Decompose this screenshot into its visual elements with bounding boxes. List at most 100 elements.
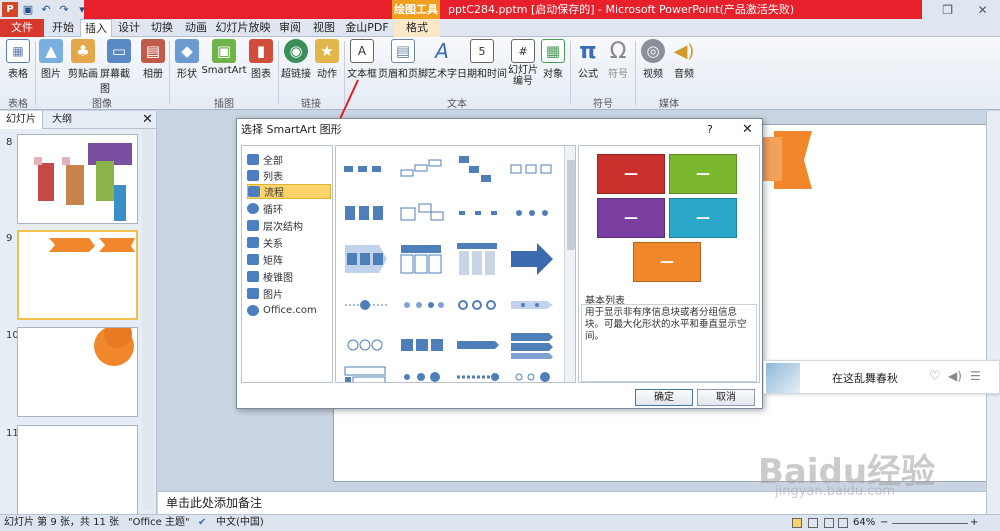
category-cycle[interactable]: 循环 — [247, 201, 331, 216]
tab-design[interactable]: 设计 — [114, 19, 144, 37]
category-matrix[interactable]: 矩阵 — [247, 252, 331, 267]
volume-icon[interactable]: ◀) — [948, 369, 962, 383]
zoom-slider[interactable] — [892, 523, 968, 524]
globe-icon: ◉ — [284, 39, 308, 63]
gallery-item[interactable] — [454, 360, 502, 382]
slide-thumbnail-8[interactable] — [17, 134, 138, 224]
tab-slideshow[interactable]: 幻灯片放映 — [214, 19, 272, 37]
category-list-item[interactable]: 列表 — [247, 168, 331, 183]
chart-button[interactable]: ▮ 图表 — [248, 39, 274, 80]
sorter-view-icon[interactable] — [808, 518, 818, 528]
save-icon[interactable]: ▣ — [20, 2, 36, 17]
smartart-button[interactable]: ▣ SmartArt — [201, 39, 247, 76]
tab-slides[interactable]: 幻灯片 — [0, 111, 43, 129]
slide-thumbnail-11[interactable] — [17, 425, 138, 515]
playlist-icon[interactable]: ☰ — [970, 369, 981, 383]
gallery-item[interactable] — [342, 152, 390, 186]
category-hierarchy[interactable]: 层次结构 — [247, 218, 331, 233]
redo-icon[interactable]: ↷ — [56, 2, 72, 17]
gallery-item[interactable] — [398, 360, 446, 382]
gallery-item[interactable] — [454, 196, 502, 230]
slideshow-view-icon[interactable] — [838, 518, 848, 528]
header-footer-button[interactable]: ▤ 页眉和页脚 — [378, 39, 428, 80]
tab-file[interactable]: 文件 — [0, 19, 44, 37]
gallery-item[interactable] — [508, 288, 556, 322]
wordart-button[interactable]: A 艺术字 — [427, 39, 457, 80]
symbol-button[interactable]: Ω 符号 — [604, 39, 632, 81]
tab-outline[interactable]: 大纲 — [46, 111, 78, 129]
slide-thumbnail-9[interactable] — [17, 230, 138, 320]
gallery-item[interactable] — [508, 360, 556, 382]
gallery-item[interactable] — [398, 288, 446, 322]
language[interactable]: 中文(中国) — [216, 515, 264, 531]
picture-button[interactable]: ▲ 图片 — [38, 39, 64, 80]
undo-icon[interactable]: ↶ — [38, 2, 54, 17]
tab-transitions[interactable]: 切换 — [146, 19, 178, 37]
gallery-item[interactable] — [454, 242, 502, 276]
gallery-item[interactable] — [508, 328, 556, 362]
hyperlink-button[interactable]: ◉ 超链接 — [280, 39, 312, 80]
gallery-item[interactable] — [342, 360, 390, 382]
gallery-item[interactable] — [508, 242, 556, 276]
gallery-item[interactable] — [508, 196, 556, 230]
category-office-com[interactable]: Office.com — [247, 303, 331, 318]
shapes-button[interactable]: ◆ 形状 — [173, 39, 201, 80]
album-button[interactable]: ▤ 相册 — [140, 39, 166, 80]
audio-button[interactable]: ◀) 音频 — [670, 39, 698, 81]
category-relationship[interactable]: 关系 — [247, 235, 331, 250]
object-button[interactable]: ▦ 对象 — [540, 39, 566, 80]
help-button[interactable]: ? — [707, 119, 713, 141]
heart-icon[interactable]: ♡ — [929, 369, 941, 384]
reading-view-icon[interactable] — [824, 518, 834, 528]
tab-format[interactable]: 格式 — [394, 19, 440, 37]
tab-view[interactable]: 视图 — [308, 19, 340, 37]
tab-home[interactable]: 开始 — [46, 19, 80, 37]
tab-kingsoft-pdf[interactable]: 金山PDF — [342, 19, 392, 37]
action-button[interactable]: ★ 动作 — [313, 39, 341, 80]
spellcheck-icon[interactable]: ✔ — [198, 515, 206, 531]
gallery-item[interactable] — [342, 328, 390, 362]
gallery-item[interactable] — [454, 288, 502, 322]
tab-animations[interactable]: 动画 — [180, 19, 212, 37]
gallery-item[interactable] — [454, 152, 502, 186]
screenshot-button[interactable]: ▭ 屏幕截图 — [100, 39, 138, 95]
zoom-out-icon[interactable]: − — [880, 515, 888, 531]
textbox-button[interactable]: A 文本框 — [346, 39, 378, 80]
datetime-button[interactable]: 5 日期和时间 — [457, 39, 507, 80]
tab-review[interactable]: 审阅 — [274, 19, 306, 37]
gallery-item[interactable] — [398, 196, 446, 230]
gallery-item[interactable] — [398, 242, 446, 276]
tab-insert[interactable]: 插入 — [80, 19, 112, 37]
gallery-item[interactable] — [454, 328, 502, 362]
calendar-icon: 5 — [470, 39, 494, 63]
restore-icon[interactable]: ❐ — [942, 3, 953, 17]
gallery-item[interactable] — [398, 152, 446, 186]
category-picture[interactable]: 图片 — [247, 286, 331, 301]
zoom-level[interactable]: 64% — [853, 515, 875, 531]
gallery-item[interactable] — [342, 288, 390, 322]
zoom-in-icon[interactable]: + — [970, 515, 978, 531]
category-pyramid[interactable]: 棱锥图 — [247, 269, 331, 284]
slides-scrollbar[interactable] — [142, 129, 154, 509]
gallery-scrollbar[interactable] — [564, 146, 575, 382]
video-button[interactable]: ◎ 视频 — [639, 39, 667, 80]
gallery-item[interactable] — [342, 242, 390, 276]
cancel-button[interactable]: 取消 — [697, 389, 755, 406]
category-process[interactable]: 流程 — [247, 184, 331, 199]
close-panel-icon[interactable]: ✕ — [136, 111, 159, 129]
normal-view-icon[interactable] — [792, 518, 802, 528]
gallery-scroll-thumb[interactable] — [567, 160, 575, 250]
table-button[interactable]: ▦ 表格 — [4, 39, 32, 80]
gallery-item[interactable] — [342, 196, 390, 230]
gallery-item[interactable] — [508, 152, 556, 186]
clipart-button[interactable]: ♣ 剪贴画 — [66, 39, 100, 80]
vertical-scrollbar[interactable] — [986, 111, 1000, 515]
slide-thumbnail-10[interactable] — [17, 327, 138, 417]
ok-button[interactable]: 确定 — [635, 389, 693, 406]
close-dialog-icon[interactable]: ✕ — [742, 119, 753, 141]
category-all[interactable]: 全部 — [247, 152, 331, 167]
close-window-icon[interactable]: ✕ — [978, 3, 988, 17]
equation-button[interactable]: π 公式 — [574, 39, 602, 81]
gallery-item[interactable] — [398, 328, 446, 362]
slide-number-button[interactable]: # 幻灯片 编号 — [506, 39, 540, 87]
